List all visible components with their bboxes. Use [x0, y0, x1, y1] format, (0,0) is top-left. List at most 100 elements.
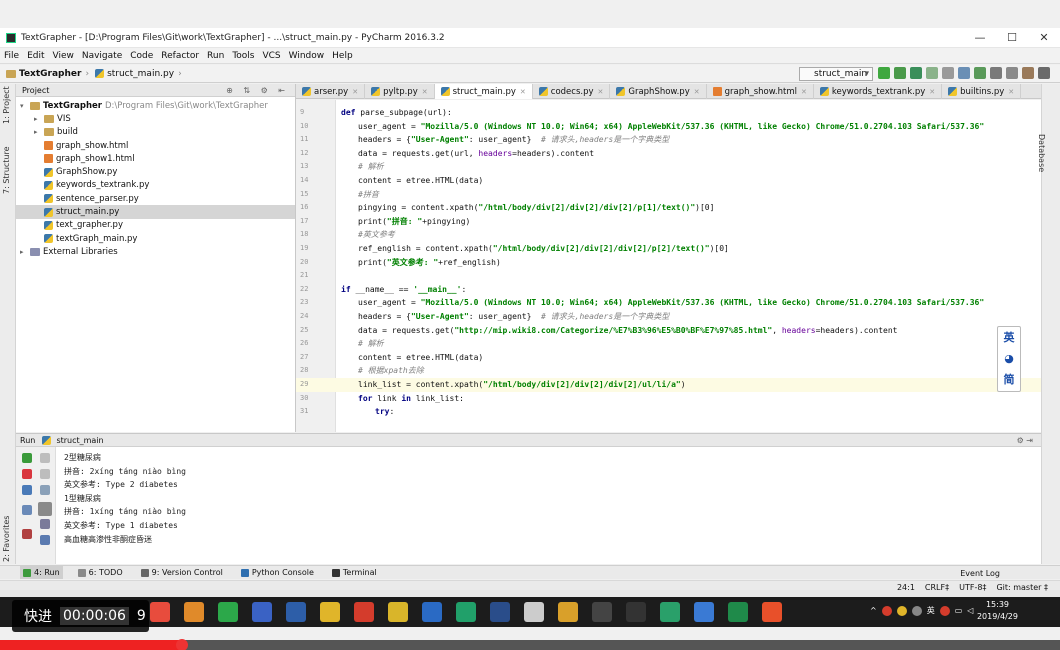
close-button[interactable]: ✕: [1028, 28, 1060, 48]
coverage-icon[interactable]: [910, 67, 922, 79]
tree-item[interactable]: sentence_parser.py: [16, 192, 295, 205]
settings-icon[interactable]: [1006, 67, 1018, 79]
editor-tab[interactable]: keywords_textrank.py ✕: [814, 84, 943, 99]
code-line[interactable]: 11 headers = {"User-Agent": user_agent} #…: [296, 133, 1041, 147]
run-config-dropdown[interactable]: struct_main ▾: [799, 67, 873, 81]
menu-window[interactable]: Window: [289, 51, 325, 61]
stop-icon[interactable]: [942, 67, 954, 79]
tree-item[interactable]: textGraph_main.py: [16, 232, 295, 245]
profile-icon[interactable]: [926, 67, 938, 79]
close-tab-icon[interactable]: ✕: [694, 88, 700, 96]
status-indicator[interactable]: UTF-8‡: [959, 583, 986, 592]
chevron-right-icon[interactable]: ▸: [34, 128, 44, 136]
event-log-button[interactable]: Event Log: [960, 569, 1000, 578]
taskbar-app-icon[interactable]: [728, 602, 748, 622]
close-tab-icon[interactable]: ✕: [422, 88, 428, 96]
menu-file[interactable]: File: [4, 51, 19, 61]
taskbar-app-icon[interactable]: [626, 602, 646, 622]
code-line[interactable]: 9 def parse_subpage(url):: [296, 106, 1041, 120]
stop-icon[interactable]: [22, 469, 32, 479]
tray-network-icon[interactable]: ▭: [955, 606, 963, 615]
run-panel-config-tab[interactable]: struct_main: [56, 436, 103, 445]
breadcrumb-file[interactable]: struct_main.py ›: [95, 69, 182, 79]
tree-item[interactable]: GraphShow.py: [16, 165, 295, 178]
editor-tab[interactable]: pyltp.py ✕: [365, 84, 435, 99]
tree-item[interactable]: ▸ build: [16, 126, 295, 139]
taskbar-app-icon[interactable]: [218, 602, 238, 622]
code-line[interactable]: 29 link_list = content.xpath("/html/body/…: [296, 378, 1041, 392]
taskbar-app-icon[interactable]: [388, 602, 408, 622]
bottom-tool-tab[interactable]: Python Console: [238, 566, 317, 579]
tray-app-icon[interactable]: [911, 605, 922, 616]
bottom-tool-tab[interactable]: 6: TODO: [75, 566, 126, 579]
chevron-right-icon[interactable]: ▸: [20, 248, 30, 256]
editor-tab[interactable]: arser.py ✕: [296, 84, 366, 99]
taskbar-app-icon[interactable]: [320, 602, 340, 622]
menu-navigate[interactable]: Navigate: [82, 51, 122, 61]
status-indicator[interactable]: Git: master ‡: [996, 583, 1048, 592]
taskbar-app-icon[interactable]: [660, 602, 680, 622]
tree-item[interactable]: struct_main.py: [16, 205, 295, 219]
code-line[interactable]: 22 if __name__ == '__main__':: [296, 283, 1041, 297]
code-line[interactable]: 14 content = etree.HTML(data): [296, 174, 1041, 188]
tray-volume-icon[interactable]: ◁: [967, 606, 973, 615]
code-line[interactable]: 18 #英文参考: [296, 228, 1041, 242]
tray-app-icon[interactable]: [939, 605, 950, 616]
code-line[interactable]: 12 data = requests.get(url, headers=heade…: [296, 147, 1041, 161]
vcs-update-icon[interactable]: [958, 67, 970, 79]
tree-item[interactable]: ▸ External Libraries: [16, 245, 295, 258]
editor-tab[interactable]: codecs.py ✕: [533, 84, 611, 99]
taskbar-app-icon[interactable]: [762, 602, 782, 622]
chevron-right-icon[interactable]: ▸: [34, 115, 44, 123]
ime-simplified-button[interactable]: 简: [998, 369, 1020, 390]
code-line[interactable]: 31 try:: [296, 405, 1041, 419]
taskbar-app-icon[interactable]: [524, 602, 544, 622]
code-line[interactable]: 28 # 根据xpath去除: [296, 364, 1041, 378]
favorites-tool-button[interactable]: 2: Favorites: [2, 516, 11, 562]
close-tab-icon[interactable]: ✕: [520, 88, 526, 96]
tray-app-icon[interactable]: [881, 605, 892, 616]
breadcrumb-project[interactable]: TextGrapher ›: [6, 69, 89, 79]
run-panel-settings-icon[interactable]: ⚙ ⇥: [1017, 434, 1033, 447]
menu-tools[interactable]: Tools: [232, 51, 254, 61]
video-progress-bar[interactable]: [0, 639, 1060, 650]
taskbar-app-icon[interactable]: [286, 602, 306, 622]
code-line[interactable]: 25 data = requests.get("http://mip.wiki8.…: [296, 324, 1041, 338]
bottom-tool-tab[interactable]: Terminal: [329, 566, 380, 579]
code-line[interactable]: 26 # 解析: [296, 337, 1041, 351]
taskbar-app-icon[interactable]: [558, 602, 578, 622]
search-icon[interactable]: [1038, 67, 1050, 79]
menu-code[interactable]: Code: [130, 51, 153, 61]
code-editor[interactable]: 9 def parse_subpage(url): 10 user_agent = "…: [296, 100, 1041, 432]
taskbar-app-icon[interactable]: [456, 602, 476, 622]
close-tab-icon[interactable]: ✕: [1008, 88, 1014, 96]
print-icon[interactable]: [40, 519, 50, 529]
bottom-tool-tab[interactable]: 4: Run: [20, 566, 63, 579]
code-line[interactable]: 17 print("拼音: "+pingying): [296, 215, 1041, 229]
chevron-down-icon[interactable]: ▾: [20, 102, 30, 110]
tree-item[interactable]: ▾ TextGrapher D:\Program Files\Git\work\Te…: [16, 99, 295, 112]
vcs-history-icon[interactable]: [990, 67, 1002, 79]
scroll-down-icon[interactable]: [40, 469, 50, 479]
code-line[interactable]: 16 pingying = content.xpath("/html/body/d…: [296, 201, 1041, 215]
taskbar-app-icon[interactable]: [422, 602, 442, 622]
project-tool-button[interactable]: 1: Project: [2, 86, 11, 124]
database-tool-button[interactable]: Database: [1037, 134, 1046, 172]
ime-language-button[interactable]: 英: [998, 327, 1020, 348]
minimize-button[interactable]: —: [964, 28, 996, 48]
rerun-icon[interactable]: [22, 453, 32, 463]
code-line[interactable]: 24 headers = {"User-Agent": user_agent} #…: [296, 310, 1041, 324]
menu-edit[interactable]: Edit: [27, 51, 44, 61]
taskbar-app-icon[interactable]: [694, 602, 714, 622]
taskbar-app-icon[interactable]: [252, 602, 272, 622]
editor-tab[interactable]: struct_main.py ✕: [434, 84, 533, 99]
editor-tab[interactable]: graph_show.html ✕: [707, 84, 814, 99]
code-line[interactable]: 30 for link in link_list:: [296, 392, 1041, 406]
debug-icon[interactable]: [894, 67, 906, 79]
tray-ime-indicator[interactable]: 英: [927, 605, 935, 616]
close-tab-icon[interactable]: ✕: [929, 88, 935, 96]
project-structure-icon[interactable]: [1022, 67, 1034, 79]
vcs-commit-icon[interactable]: [974, 67, 986, 79]
menu-help[interactable]: Help: [332, 51, 353, 61]
tray-chevron-icon[interactable]: ^: [870, 606, 877, 615]
